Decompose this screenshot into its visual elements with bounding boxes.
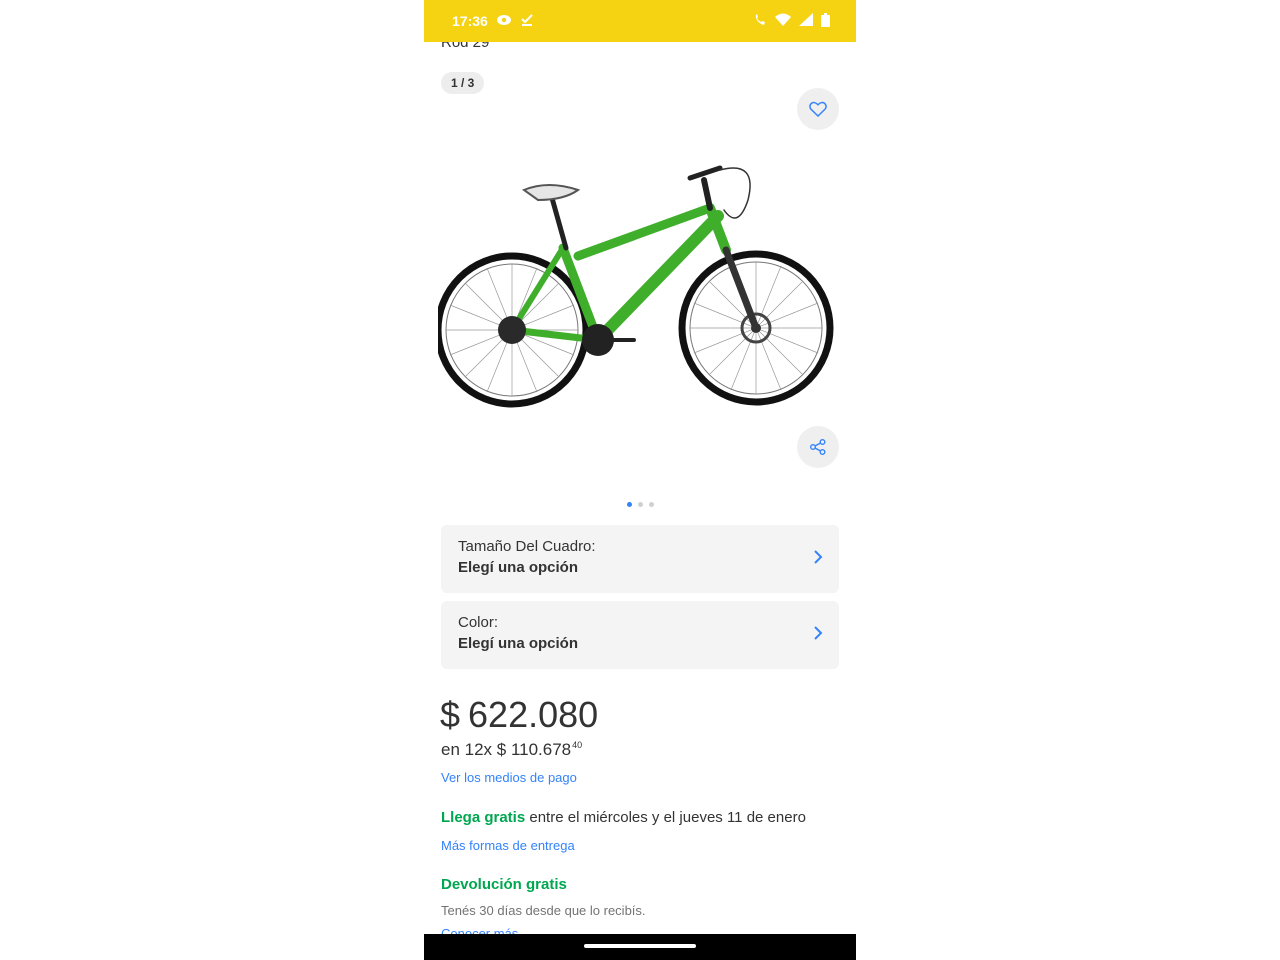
frame-size-selector[interactable]: Tamaño Del Cuadro: Elegí una opción (441, 525, 839, 593)
chevron-right-icon (814, 550, 823, 564)
wifi-icon (775, 13, 791, 29)
home-gesture-handle[interactable] (584, 944, 696, 948)
installments: en 12x $ 110.67840 (441, 740, 582, 760)
free-returns-title: Devolución gratis (441, 876, 567, 893)
image-counter: 1 / 3 (441, 72, 485, 94)
color-label: Color: (458, 614, 499, 631)
product-title-fragment: Rod 29 (441, 42, 490, 51)
download-done-icon (520, 13, 534, 30)
free-shipping-label: Llega gratis (441, 809, 526, 826)
free-returns-subtitle: Tenés 30 días desde que lo recibís. (441, 903, 646, 918)
signal-icon (799, 13, 813, 29)
frame-size-value: Elegí una opción (458, 559, 579, 576)
chevron-right-icon (814, 626, 823, 640)
image-pager-dots[interactable] (424, 502, 856, 507)
price-currency: $ (440, 694, 461, 735)
pager-dot-1[interactable] (626, 502, 632, 507)
learn-more-link[interactable]: Conocer más (441, 926, 518, 934)
favorite-button[interactable] (797, 88, 839, 130)
installments-text: en 12x $ 110.678 (441, 740, 572, 759)
price-amount: 622.080 (468, 694, 599, 735)
shipping-dates: entre el miércoles y el jueves 11 de ene… (525, 809, 806, 826)
product-image[interactable] (438, 150, 842, 410)
shipping-info: Llega gratis entre el miércoles y el jue… (441, 809, 806, 826)
status-bar: 17:36 (424, 0, 856, 42)
payment-methods-link[interactable]: Ver los medios de pago (441, 770, 577, 785)
phone-screen: 17:36 Rod 29 1 / 3 Tamaño Del Cuadro: El… (424, 0, 856, 960)
heart-icon (809, 101, 827, 117)
wifi-call-icon (753, 13, 767, 30)
status-time: 17:36 (452, 13, 488, 29)
share-icon (810, 439, 826, 455)
delivery-options-link[interactable]: Más formas de entrega (441, 838, 575, 853)
color-selector[interactable]: Color: Elegí una opción (441, 601, 839, 669)
price: $622.080 (440, 694, 598, 736)
installments-cents: 40 (572, 740, 583, 750)
color-value: Elegí una opción (458, 635, 579, 652)
product-page[interactable]: Rod 29 1 / 3 Tamaño Del Cuadro: Elegí un… (424, 42, 856, 934)
navigation-bar (424, 934, 856, 960)
share-button[interactable] (797, 426, 839, 468)
pager-dot-2[interactable] (637, 502, 643, 507)
frame-size-label: Tamaño Del Cuadro: (458, 538, 596, 555)
eye-icon (496, 13, 512, 29)
battery-icon (821, 12, 830, 30)
pager-dot-3[interactable] (648, 502, 654, 507)
